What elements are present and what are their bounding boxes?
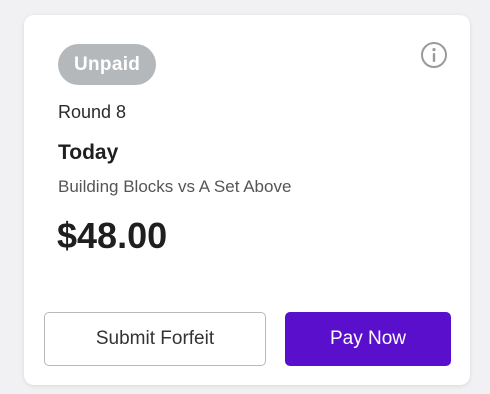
status-badge: Unpaid bbox=[58, 44, 157, 85]
pay-now-button[interactable]: Pay Now bbox=[285, 312, 451, 366]
payment-card: Unpaid Round 8 Today Building Blocks vs … bbox=[24, 15, 470, 385]
submit-forfeit-button[interactable]: Submit Forfeit bbox=[44, 312, 266, 366]
info-icon[interactable] bbox=[420, 41, 448, 69]
amount-due: $48.00 bbox=[57, 215, 168, 256]
matchup-text: Building Blocks vs A Set Above bbox=[58, 177, 292, 196]
round-label: Round 8 bbox=[58, 102, 127, 122]
match-date: Today bbox=[58, 141, 119, 164]
